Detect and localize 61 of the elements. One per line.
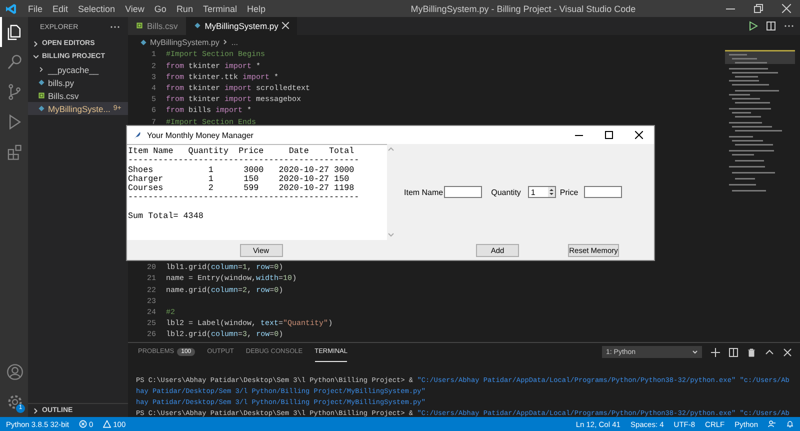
file-tree-item[interactable]: Bills.csv — [28, 89, 128, 102]
python-file-icon — [194, 22, 201, 30]
close-icon[interactable] — [635, 131, 643, 139]
python-file-icon — [38, 79, 45, 86]
search-icon[interactable] — [6, 53, 24, 71]
field-label: Price — [560, 188, 578, 196]
file-tree-item[interactable]: __pycache__ — [28, 63, 128, 76]
menu-item[interactable]: File — [23, 4, 48, 14]
field-label: Quantity — [491, 188, 521, 196]
editor-tab[interactable]: MyBillingSystem.py — [186, 17, 298, 35]
feather-icon — [133, 130, 142, 140]
text-line: Charger 1 150 2020-10-27 150 — [128, 174, 350, 184]
warning-icon — [103, 420, 112, 428]
text-line: Shoes 1 3000 2020-10-27 3000 — [128, 166, 356, 175]
text-area[interactable] — [127, 144, 387, 240]
chevron-up-icon[interactable] — [765, 348, 774, 357]
price-field[interactable] — [584, 186, 622, 198]
run-icon[interactable] — [748, 20, 758, 31]
menu-item[interactable]: Run — [171, 4, 198, 14]
plus-icon[interactable] — [711, 348, 720, 357]
python-file-icon — [38, 105, 45, 112]
field-label: Item Name — [404, 188, 444, 196]
quantity-spinbox[interactable]: 1 — [528, 186, 556, 198]
file-tree-item[interactable]: bills.py — [28, 76, 128, 89]
spin-arrows-icon[interactable] — [548, 187, 555, 197]
split-terminal-icon[interactable] — [729, 348, 738, 357]
menu-item[interactable]: View — [120, 4, 150, 14]
text-line: Item Name Quantity Price Date Total — [128, 147, 356, 156]
item-name-field[interactable] — [444, 186, 482, 198]
menu-item[interactable]: Edit — [48, 4, 74, 14]
menu-item[interactable]: Terminal — [198, 4, 242, 14]
chevron-down-icon — [692, 349, 698, 356]
spreadsheet-file-icon — [38, 92, 45, 99]
text-line: Sum Total= 4348 — [128, 212, 204, 222]
breadcrumb-item[interactable]: MyBillingSystem.py — [150, 38, 220, 47]
chevron-right-icon — [38, 66, 45, 73]
editor-tab[interactable]: Bills.csv — [128, 17, 186, 35]
menu-item[interactable]: Go — [149, 4, 172, 14]
feedback-icon[interactable] — [768, 420, 776, 428]
text-line: Courses 2 599 2020-10-27 1198 — [128, 184, 356, 194]
menu-item[interactable]: Selection — [73, 4, 120, 14]
python-file-icon — [140, 38, 147, 46]
dashed-rule: ---------------------------------------------- — [128, 193, 360, 203]
extensions-icon[interactable] — [6, 143, 24, 161]
window-title: Your Monthly Money Manager — [147, 130, 254, 140]
split-editor-icon[interactable] — [766, 20, 776, 31]
dashed-rule: ---------------------------------------------- — [128, 156, 360, 166]
menu-item[interactable]: Help — [242, 4, 270, 14]
bell-icon[interactable] — [786, 420, 794, 428]
chevron-right-icon — [222, 39, 228, 46]
maximize-icon[interactable] — [605, 131, 613, 139]
trash-icon[interactable] — [747, 348, 756, 357]
error-icon — [78, 420, 87, 428]
app-logo-icon — [5, 2, 17, 14]
settings-icon[interactable] — [6, 393, 24, 411]
more-icon[interactable] — [110, 25, 120, 29]
breadcrumb-item[interactable]: ... — [231, 38, 238, 47]
account-icon[interactable] — [6, 363, 24, 381]
restore-icon[interactable] — [754, 4, 762, 13]
spreadsheet-file-icon — [136, 22, 143, 30]
window-title: MyBillingSystem.py - Billing Project - Visual Studio Code — [410, 4, 637, 14]
